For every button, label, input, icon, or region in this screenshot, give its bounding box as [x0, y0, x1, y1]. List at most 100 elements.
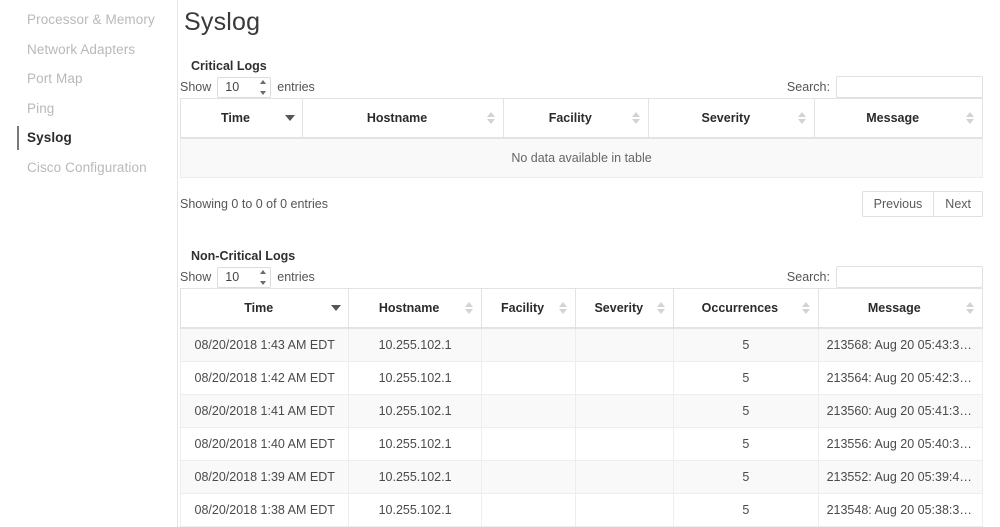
table-row[interactable]: 08/20/2018 1:38 AM EDT 10.255.102.1 5 21354… [179, 492, 984, 527]
critical-table-head: Time Hostname Facility Severity Message [180, 98, 983, 139]
table-row[interactable]: 08/20/2018 1:40 AM EDT 10.255.102.1 5 21355… [179, 426, 984, 461]
critical-logs-panel: Critical Logs Show 10 25 50 100 [178, 59, 992, 218]
cell-severity [575, 459, 675, 494]
syslog-page: Processor & Memory Network Adapters Port… [0, 0, 1000, 527]
column-header-time[interactable]: Time [179, 288, 350, 329]
cell-occurrences: 5 [673, 459, 819, 494]
cell-severity [575, 393, 675, 428]
column-header-time[interactable]: Time [180, 98, 303, 139]
critical-length-select-wrap: 10 25 50 100 [217, 76, 272, 98]
column-header-severity[interactable]: Severity [648, 98, 816, 139]
column-header-facility[interactable]: Facility [503, 98, 650, 139]
sidebar-item-processor-memory[interactable]: Processor & Memory [0, 5, 177, 35]
critical-search-control: Search: [787, 76, 983, 98]
sort-icon [657, 301, 666, 315]
next-page-button[interactable]: Next [933, 190, 983, 218]
cell-message: 213552: Aug 20 05:39:40.687: ... [817, 459, 984, 494]
sort-icon [966, 111, 974, 125]
cell-message: 213548: Aug 20 05:38:39.076: ... [817, 492, 984, 527]
cell-facility [480, 360, 577, 395]
main-content: Syslog Critical Logs Show 10 25 50 100 [178, 0, 1000, 527]
column-header-facility[interactable]: Facility [480, 288, 577, 329]
column-label: Facility [501, 301, 545, 316]
critical-pagination: Previous Next [861, 190, 983, 218]
column-label: Occurrences [701, 301, 779, 316]
sort-icon [798, 111, 807, 125]
column-label: Severity [594, 301, 644, 316]
cell-message: 213564: Aug 20 05:42:38.816: ... [817, 360, 984, 395]
cell-facility [480, 393, 577, 428]
sidebar-item-ping[interactable]: Ping [0, 94, 177, 124]
column-header-message[interactable]: Message [814, 98, 983, 139]
noncritical-search-input[interactable] [836, 266, 983, 289]
table-row[interactable]: 08/20/2018 1:42 AM EDT 10.255.102.1 5 21356… [179, 360, 984, 395]
entries-label: entries [277, 270, 315, 285]
critical-header-row: Time Hostname Facility Severity Message [180, 98, 983, 139]
cell-facility [480, 459, 577, 494]
cell-message: 213560: Aug 20 05:41:35.646: ... [817, 393, 984, 428]
sidebar-item-network-adapters[interactable]: Network Adapters [0, 35, 177, 65]
column-label: Hostname [378, 301, 440, 316]
noncritical-search-control: Search: [786, 266, 983, 289]
sort-icon [966, 301, 974, 315]
cell-occurrences: 5 [673, 393, 819, 428]
page-title: Syslog [184, 8, 261, 36]
critical-search-input[interactable] [836, 76, 983, 98]
cell-hostname: 10.255.102.1 [348, 327, 482, 362]
cell-severity [575, 426, 675, 461]
sort-icon [487, 111, 496, 125]
sidebar-item-port-map[interactable]: Port Map [0, 64, 177, 94]
noncritical-page-length-select[interactable]: 10 25 50 100 [217, 266, 272, 288]
column-label: Hostname [366, 110, 428, 125]
critical-page-length-select[interactable]: 10 25 50 100 [217, 76, 272, 98]
sort-desc-icon [331, 301, 342, 315]
sidebar: Processor & Memory Network Adapters Port… [0, 0, 178, 527]
column-label: Time [220, 110, 250, 125]
sidebar-item-syslog[interactable]: Syslog [0, 123, 177, 153]
sidebar-item-cisco-configuration[interactable]: Cisco Configuration [0, 153, 177, 183]
column-label: Severity [701, 110, 751, 125]
sort-icon [559, 301, 568, 315]
cell-hostname: 10.255.102.1 [348, 360, 482, 395]
previous-page-button[interactable]: Previous [861, 190, 934, 218]
cell-message: 213556: Aug 20 05:40:34.832: ... [817, 426, 984, 461]
noncritical-length-control: Show 10 25 50 100 entries [180, 266, 315, 288]
critical-table-body: No data available in table [180, 137, 983, 178]
sidebar-item-label: Port Map [27, 71, 83, 86]
cell-time: 08/20/2018 1:41 AM EDT [179, 393, 350, 428]
search-label: Search: [786, 270, 830, 285]
sort-icon [464, 301, 473, 315]
cell-hostname: 10.255.102.1 [348, 459, 482, 494]
cell-severity [575, 492, 675, 527]
critical-logs-legend: Critical Logs [191, 59, 267, 73]
search-label: Search: [786, 80, 830, 94]
cell-severity [575, 327, 675, 362]
column-label: Message [866, 110, 920, 125]
column-header-hostname[interactable]: Hostname [348, 288, 482, 329]
active-marker [17, 126, 19, 150]
table-row[interactable]: 08/20/2018 1:41 AM EDT 10.255.102.1 5 21356… [179, 393, 984, 428]
critical-logs-table: Time Hostname Facility Severity Message … [180, 98, 983, 178]
column-label: Time [244, 301, 274, 316]
table-row[interactable]: 08/20/2018 1:43 AM EDT 10.255.102.1 5 21356… [179, 327, 984, 362]
sidebar-item-label: Syslog [27, 130, 72, 145]
sidebar-item-label: Processor & Memory [27, 12, 155, 27]
sort-desc-icon [284, 111, 295, 125]
critical-length-control: Show 10 25 50 100 entries [180, 76, 315, 98]
noncritical-logs-table: Time Hostname Facility Severity Occurren… [179, 288, 984, 527]
cell-occurrences: 5 [673, 360, 819, 395]
cell-facility [480, 327, 577, 362]
column-header-occurrences[interactable]: Occurrences [673, 288, 819, 329]
noncritical-length-select-wrap: 10 25 50 100 [217, 266, 272, 288]
sort-icon [801, 301, 810, 315]
column-header-severity[interactable]: Severity [575, 288, 675, 329]
cell-hostname: 10.255.102.1 [348, 426, 482, 461]
sidebar-item-label: Cisco Configuration [27, 159, 147, 175]
table-row[interactable]: 08/20/2018 1:39 AM EDT 10.255.102.1 5 21355… [179, 459, 984, 494]
empty-message: No data available in table [180, 137, 983, 178]
cell-severity [575, 360, 675, 395]
column-header-message[interactable]: Message [817, 288, 984, 329]
cell-time: 08/20/2018 1:42 AM EDT [179, 360, 350, 395]
column-header-hostname[interactable]: Hostname [301, 98, 505, 139]
sort-icon [632, 111, 641, 125]
